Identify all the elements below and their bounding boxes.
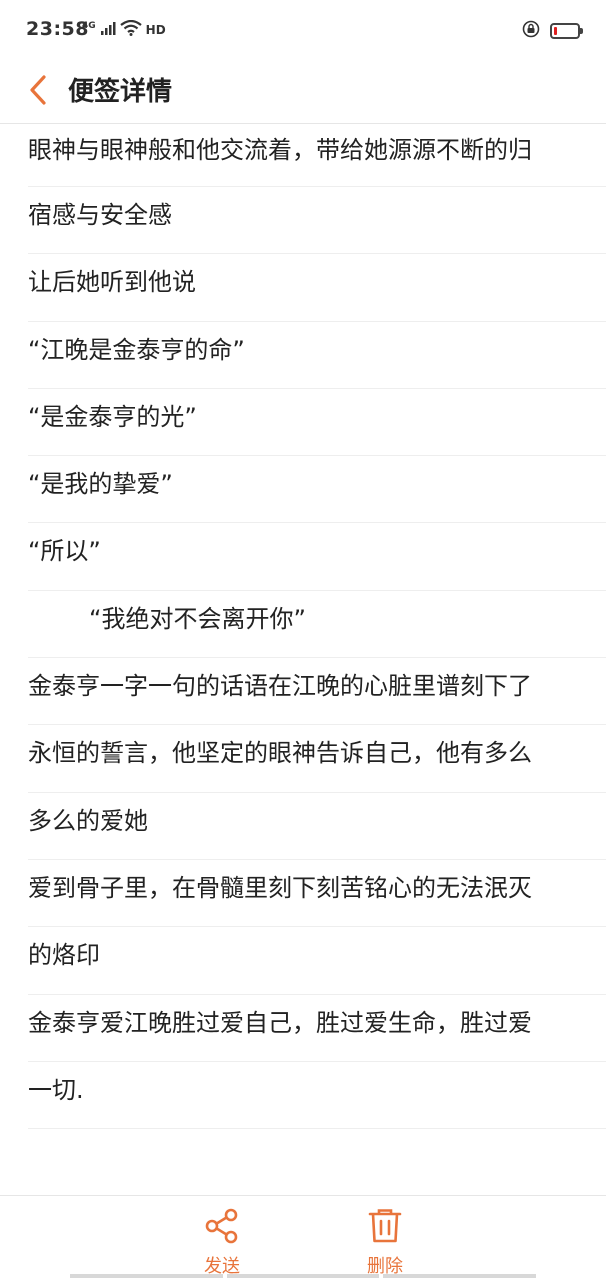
battery-level	[554, 27, 557, 35]
status-right	[522, 20, 583, 42]
network-type-label: 4G	[82, 21, 96, 31]
note-line: 眼神与眼神般和他交流着，带给她源源不断的归	[28, 124, 606, 187]
share-icon	[204, 1208, 240, 1248]
cellular-signal-icon	[100, 20, 116, 40]
note-line: “江晚是金泰亨的命”	[28, 322, 606, 389]
battery-icon	[550, 23, 583, 39]
chevron-left-icon	[28, 74, 48, 110]
hd-badge: HD	[145, 23, 166, 37]
status-bar: 23:58 4G HD	[0, 0, 606, 62]
navigation-indicator-segment	[383, 1274, 537, 1278]
send-button[interactable]: 发送	[182, 1208, 262, 1278]
note-line: 爱到骨子里，在骨髓里刻下刻苦铭心的无法泯灭	[28, 860, 606, 928]
trash-icon	[367, 1208, 403, 1248]
delete-button[interactable]: 删除	[345, 1208, 425, 1278]
bottom-action-bar: 发送 删除	[0, 1195, 606, 1280]
status-icons: 4G HD	[82, 19, 166, 40]
status-time: 23:58	[26, 18, 89, 40]
page-title: 便签详情	[68, 77, 173, 107]
note-line: 永恒的誓言，他坚定的眼神告诉自己，他有多么	[28, 725, 606, 793]
note-line: 的烙印	[28, 927, 606, 995]
note-line: 金泰亨爱江晚胜过爱自己，胜过爱生命，胜过爱	[28, 995, 606, 1062]
navigation-indicator-segment	[70, 1274, 223, 1278]
note-line: 一切.	[28, 1062, 606, 1130]
note-body[interactable]: 眼神与眼神般和他交流着，带给她源源不断的归 宿感与安全感 让后她听到他说 “江晚…	[28, 124, 606, 1130]
note-line: 让后她听到他说	[28, 254, 606, 322]
wifi-icon	[119, 19, 142, 40]
note-line: “是我的挚爱”	[28, 456, 606, 524]
back-button[interactable]	[18, 70, 58, 114]
note-line: 宿感与安全感	[28, 187, 606, 255]
rotation-lock-icon	[522, 20, 540, 42]
note-line: “是金泰亨的光”	[28, 389, 606, 457]
note-line: 多么的爱她	[28, 793, 606, 860]
note-line: “所以”	[28, 523, 606, 591]
note-line: “我绝对不会离开你”	[28, 591, 606, 659]
navigation-indicator	[70, 1274, 537, 1278]
note-line: 金泰亨一字一句的话语在江晚的心脏里谱刻下了	[28, 658, 606, 726]
navigation-indicator-segment	[226, 1274, 380, 1278]
header: 便签详情	[0, 62, 606, 124]
